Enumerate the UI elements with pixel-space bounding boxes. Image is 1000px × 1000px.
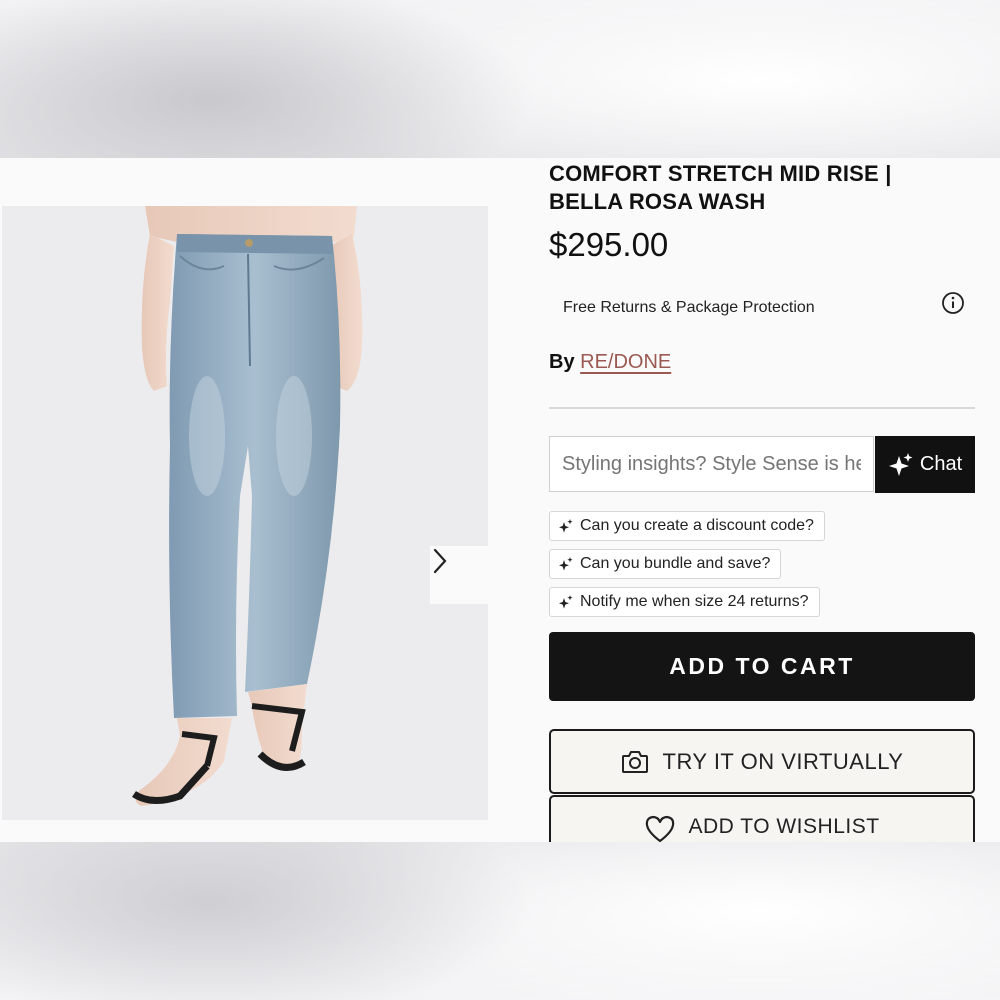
product-title: COMFORT STRETCH MID RISE | BELLA ROSA WA… xyxy=(549,160,969,216)
try-it-on-button[interactable]: TRY IT ON VIRTUALLY xyxy=(549,729,975,794)
suggestion-label: Can you create a discount code? xyxy=(580,517,814,534)
product-title-line2: BELLA ROSA WASH xyxy=(549,189,766,214)
suggestion-chip[interactable]: Notify me when size 24 returns? xyxy=(549,587,820,617)
heart-icon xyxy=(646,815,675,842)
suggestion-label: Can you bundle and save? xyxy=(580,555,771,572)
sparkle-icon xyxy=(888,452,913,476)
product-price: $295.00 xyxy=(549,226,669,263)
product-title-line1: COMFORT STRETCH MID RISE | xyxy=(549,161,892,186)
blurred-backdrop-top xyxy=(0,0,1000,158)
by-label: By xyxy=(549,351,575,373)
info-icon[interactable] xyxy=(941,291,965,315)
camera-icon xyxy=(621,750,648,773)
sparkle-icon xyxy=(559,557,573,571)
suggestion-chip[interactable]: Can you create a discount code? xyxy=(549,511,825,541)
brand-link[interactable]: RE/DONE xyxy=(580,351,671,373)
returns-protection-text: Free Returns & Package Protection xyxy=(563,299,815,316)
product-photo xyxy=(132,206,363,806)
sparkle-icon xyxy=(559,595,573,609)
try-on-label: TRY IT ON VIRTUALLY xyxy=(662,748,904,774)
divider xyxy=(549,407,975,409)
suggestion-label: Notify me when size 24 returns? xyxy=(580,593,809,610)
next-image-button[interactable] xyxy=(430,546,488,604)
wishlist-label: ADD TO WISHLIST xyxy=(688,815,880,838)
add-to-wishlist-button[interactable]: ADD TO WISHLIST xyxy=(549,795,975,842)
add-to-cart-button[interactable]: ADD TO CART xyxy=(549,632,975,701)
suggestion-chip[interactable]: Can you bundle and save? xyxy=(549,549,782,579)
style-sense-chat-input[interactable] xyxy=(549,436,874,492)
blurred-backdrop-bottom xyxy=(0,842,1000,1000)
sparkle-icon xyxy=(559,519,573,533)
product-page: COMFORT STRETCH MID RISE | BELLA ROSA WA… xyxy=(0,158,1000,842)
product-image-gallery[interactable] xyxy=(2,206,488,820)
chat-button-label: Chat xyxy=(919,453,963,475)
brand-line: By RE/DONE xyxy=(549,351,671,374)
chat-button[interactable]: Chat xyxy=(875,436,975,493)
chevron-right-icon xyxy=(433,548,447,574)
